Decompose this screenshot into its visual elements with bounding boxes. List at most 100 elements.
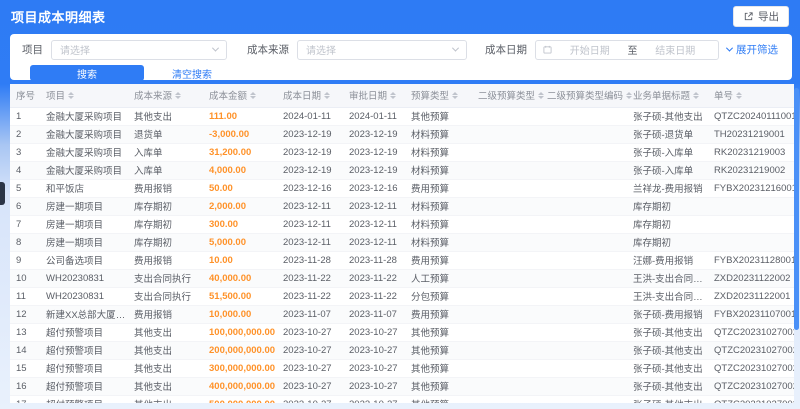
- cell-approve_date: 2023-12-19: [343, 161, 405, 180]
- cell-project: 金融大厦采购项目: [40, 125, 128, 144]
- cell-approve_date: 2023-10-27: [343, 377, 405, 396]
- column-header-source[interactable]: 成本来源: [128, 84, 203, 108]
- column-header-amount[interactable]: 成本金额: [203, 84, 277, 108]
- cell-sub_type: [472, 395, 541, 403]
- cell-budget_type: 其他预算: [405, 359, 472, 378]
- filter-panel: 项目 请选择 成本来源 请选择 成本日期 开始日期 至 结束日期 展开筛选 搜索…: [10, 34, 792, 81]
- column-header-doc_title[interactable]: 业务单据标题: [627, 84, 708, 108]
- cell-source: 库存期初: [128, 197, 203, 216]
- table-row: 7 房建一期项目 库存期初 300.00 2023-12-11 2023-12-11 材料预…: [10, 215, 794, 234]
- cost-date-range-input[interactable]: 开始日期 至 结束日期: [535, 39, 719, 60]
- cell-sub_code: [541, 251, 627, 270]
- expand-filters-link[interactable]: 展开筛选: [725, 42, 778, 57]
- cell-cost_date: 2023-12-19: [277, 161, 343, 180]
- cell-amount: 100,000,000.00: [203, 323, 277, 342]
- cell-doc_title: 张子硕-入库单: [627, 143, 708, 162]
- cell-project: 超付预警项目: [40, 323, 128, 342]
- cell-doc_no: TH20231219001: [708, 125, 794, 144]
- sort-icon[interactable]: [324, 91, 331, 99]
- table-row: 8 房建一期项目 库存期初 5,000.00 2023-12-11 2023-12-11 材…: [10, 233, 794, 252]
- cell-doc_title: 张子硕-其他支出: [627, 323, 708, 342]
- column-header-sub_type[interactable]: 二级预算类型: [472, 84, 545, 108]
- cost-source-select[interactable]: 请选择: [297, 39, 467, 60]
- cell-idx: 16: [10, 377, 40, 396]
- cell-approve_date: 2023-10-27: [343, 395, 405, 403]
- cell-amount: 10.00: [203, 251, 277, 270]
- cell-amount: 51,500.00: [203, 287, 277, 306]
- side-panel-handle[interactable]: [0, 182, 5, 205]
- column-label-amount: 成本金额: [209, 91, 248, 103]
- cell-source: 入库单: [128, 143, 203, 162]
- cell-sub_code: [541, 287, 627, 306]
- cell-source: 其他支出: [128, 323, 203, 342]
- cell-budget_type: 费用预算: [405, 179, 472, 198]
- clear-search-link[interactable]: 清空搜索: [172, 66, 212, 81]
- cell-sub_code: [541, 359, 627, 378]
- cell-amount: 40,000.00: [203, 269, 277, 288]
- cell-doc_no: QTZC20231027002: [708, 395, 794, 403]
- sort-icon[interactable]: [390, 91, 397, 99]
- cost-detail-table: 序号 项目 成本来源 成本金额 成本日期 审批日期 预算类型 二级预算类型 二级预算类型编码 业务…: [10, 84, 794, 403]
- project-select[interactable]: 请选择: [51, 39, 227, 60]
- cell-doc_title: 张子硕-其他支出: [627, 395, 708, 403]
- vertical-scrollbar[interactable]: [794, 88, 799, 330]
- cell-amount: 4,000.00: [203, 161, 277, 180]
- column-header-budget_type[interactable]: 预算类型: [405, 84, 472, 108]
- table-row: 4 金融大厦采购项目 入库单 4,000.00 2023-12-19 2023-12-19…: [10, 161, 794, 180]
- cell-project: 超付预警项目: [40, 359, 128, 378]
- filter-row: 项目 请选择 成本来源 请选择 成本日期 开始日期 至 结束日期 展开筛选: [22, 39, 778, 60]
- column-label-approve_date: 审批日期: [349, 91, 388, 103]
- column-header-project[interactable]: 项目: [40, 84, 128, 108]
- cell-source: 入库单: [128, 161, 203, 180]
- column-header-approve_date[interactable]: 审批日期: [343, 84, 405, 108]
- project-filter-label: 项目: [22, 44, 43, 56]
- cell-sub_code: [541, 107, 627, 126]
- cell-amount: 31,200.00: [203, 143, 277, 162]
- table-row: 2 金融大厦采购项目 退货单 -3,000.00 2023-12-19 2023-12-1…: [10, 125, 794, 144]
- table-row: 12新建XX总部大厦工程二期费用报销10,000.002023-11-07202…: [10, 305, 794, 324]
- cell-sub_code: [541, 377, 627, 396]
- cell-idx: 7: [10, 215, 40, 234]
- calendar-icon: [543, 45, 552, 54]
- cell-source: 其他支出: [128, 107, 203, 126]
- cell-amount: 50.00: [203, 179, 277, 198]
- cell-doc_no: ZXD20231122001: [708, 287, 794, 306]
- cell-idx: 6: [10, 197, 40, 216]
- column-header-cost_date[interactable]: 成本日期: [277, 84, 343, 108]
- column-label-doc_no: 单号: [714, 91, 734, 103]
- column-header-doc_no[interactable]: 单号: [708, 84, 794, 108]
- cell-doc_no: QTZC20231027002: [708, 341, 794, 360]
- cell-idx: 12: [10, 305, 40, 324]
- cell-doc_no: ZXD20231122002: [708, 269, 794, 288]
- cell-project: 房建一期项目: [40, 233, 128, 252]
- cell-doc_no: FYBX20231128001: [708, 251, 794, 270]
- cell-project: WH20230831: [40, 269, 128, 288]
- cell-sub_code: [541, 161, 627, 180]
- cell-doc_title: 张子硕-其他支出: [627, 359, 708, 378]
- cell-source: 库存期初: [128, 215, 203, 234]
- date-range-to-label: 至: [627, 46, 638, 57]
- sort-icon[interactable]: [538, 91, 545, 99]
- sort-icon[interactable]: [626, 91, 633, 99]
- sort-icon[interactable]: [250, 91, 257, 99]
- page-title: 项目成本明细表: [11, 9, 106, 25]
- column-header-sub_code[interactable]: 二级预算类型编码: [541, 84, 633, 108]
- table-body: 1 金融大厦采购项目 其他支出 111.00 2024-01-11 2024-01-11 其…: [10, 107, 794, 403]
- cell-project: 和平饭店: [40, 179, 128, 198]
- sort-icon[interactable]: [736, 91, 743, 99]
- cell-source: 支出合同执行: [128, 287, 203, 306]
- search-button[interactable]: 搜索: [30, 65, 144, 81]
- cell-doc_no: FYBX20231107001: [708, 305, 794, 324]
- sort-icon[interactable]: [175, 91, 182, 99]
- column-label-budget_type: 预算类型: [411, 91, 450, 103]
- cell-idx: 10: [10, 269, 40, 288]
- sort-icon[interactable]: [68, 91, 75, 99]
- cell-source: 其他支出: [128, 359, 203, 378]
- column-label-project: 项目: [46, 91, 66, 103]
- cell-sub_code: [541, 323, 627, 342]
- export-icon: [743, 11, 754, 22]
- export-button[interactable]: 导出: [733, 5, 789, 27]
- sort-icon[interactable]: [452, 91, 459, 99]
- cell-sub_type: [472, 197, 541, 216]
- sort-icon[interactable]: [693, 91, 700, 99]
